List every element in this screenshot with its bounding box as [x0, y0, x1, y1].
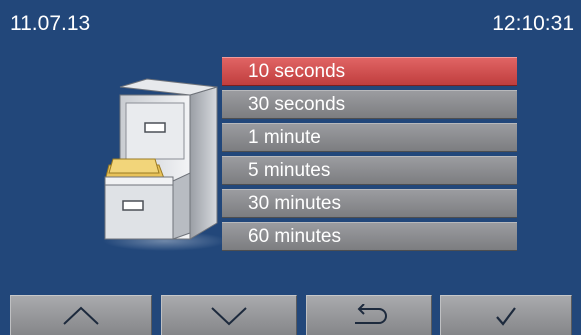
option-label: 10 seconds [248, 61, 346, 82]
option-30-minutes[interactable]: 30 minutes [222, 189, 517, 218]
chevron-up-icon [63, 306, 99, 325]
option-label: 30 minutes [248, 193, 341, 214]
scroll-down-button[interactable] [161, 295, 297, 335]
option-30-seconds[interactable]: 30 seconds [222, 90, 517, 119]
chevron-down-icon [211, 306, 247, 325]
option-label: 60 minutes [248, 226, 341, 247]
option-1-minute[interactable]: 1 minute [222, 123, 517, 152]
confirm-button[interactable] [440, 295, 572, 335]
return-arrow-icon [355, 303, 387, 324]
option-60-minutes[interactable]: 60 minutes [222, 222, 517, 251]
back-button[interactable] [306, 295, 432, 335]
option-5-minutes[interactable]: 5 minutes [222, 156, 517, 185]
screen: 11.07.13 12:10:31 10 seconds 30 seconds … [0, 0, 581, 335]
interval-list: 10 seconds 30 seconds 1 minute 5 minutes… [222, 57, 517, 255]
option-10-seconds[interactable]: 10 seconds [222, 57, 517, 86]
status-date: 11.07.13 [10, 12, 91, 35]
option-label: 1 minute [248, 127, 321, 148]
scroll-up-button[interactable] [10, 295, 152, 335]
option-label: 30 seconds [248, 94, 346, 115]
checkmark-icon [496, 306, 516, 326]
option-label: 5 minutes [248, 160, 331, 181]
file-cabinet-icon [95, 73, 227, 253]
status-time: 12:10:31 [492, 12, 574, 35]
